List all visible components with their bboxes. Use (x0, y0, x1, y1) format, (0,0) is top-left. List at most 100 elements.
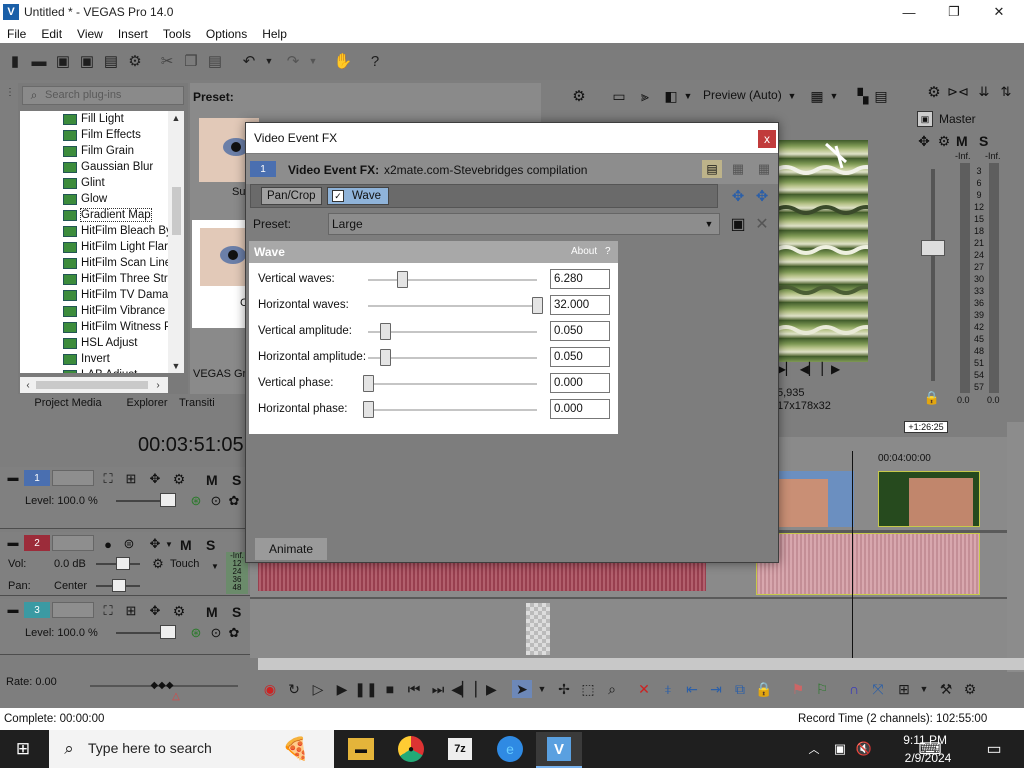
trim-end-icon[interactable]: ⇥ (706, 680, 726, 698)
master-mute-button[interactable]: M (956, 133, 968, 149)
track-compositing-icon[interactable]: ⊞ (122, 470, 140, 488)
envelope-tool-icon[interactable]: ✢ (554, 680, 574, 698)
track-1-level-slider-thumb[interactable] (160, 493, 176, 507)
event-pan-crop-icon[interactable]: ⚒ (936, 680, 956, 698)
audio-clip-2-waveform[interactable] (756, 533, 980, 595)
about-link[interactable]: About (571, 246, 597, 257)
track-2-pan-slider-thumb[interactable] (112, 579, 126, 592)
wave-chip[interactable]: ✓ Wave (327, 187, 389, 205)
preview-prev-icon[interactable]: ◀▏ (800, 360, 818, 378)
video-track-1-header[interactable]: ▬ 1 ⛶ ⊞ ✥ ⚙ M S Level: 100.0 % ⊛ ⊙ ✿ (0, 467, 250, 529)
plugin-list-vertical-scrollbar[interactable]: ▲ ▼ (168, 111, 184, 373)
play-icon[interactable]: ▶ (332, 680, 352, 698)
track-1-mute-button[interactable]: M (206, 472, 218, 488)
plugin-list-scroll-thumb[interactable] (172, 187, 181, 235)
chrome-icon[interactable]: ● (398, 736, 424, 762)
track-3-fx-icon[interactable]: ✥ (146, 602, 164, 620)
volume-muted-icon[interactable]: 🔇 (854, 739, 874, 759)
menu-view[interactable]: View (77, 27, 103, 41)
trim-start-icon[interactable]: ⇤ (682, 680, 702, 698)
event-fx-icon[interactable]: ⚙ (960, 680, 980, 698)
network-icon[interactable]: ▣ (830, 739, 850, 759)
track-3-mute-button[interactable]: M (206, 604, 218, 620)
track-3-fx-gear-icon[interactable]: ⚙ (170, 602, 188, 620)
pause-icon[interactable]: ❚❚ (354, 680, 377, 698)
track-3-composite-mode-icon[interactable]: ⊛ (188, 625, 204, 641)
tab-transitions[interactable]: Transiti (176, 397, 236, 409)
split-icon[interactable]: ⧉ (730, 680, 750, 698)
windows-start-icon[interactable]: ⊞ (14, 739, 32, 758)
preset-thumbnail-2-frame[interactable]: C (192, 220, 252, 328)
master-fx-icon[interactable]: ⊳⊲ (947, 83, 969, 101)
param-slider-track[interactable] (368, 409, 537, 411)
timeline-vertical-scroll[interactable] (1007, 422, 1024, 672)
plugin-item[interactable]: HitFilm TV Damage (20, 287, 168, 303)
dialog-title-bar[interactable]: Video Event FX (246, 123, 778, 153)
preview-next-icon[interactable]: ▏▶ (822, 360, 840, 378)
close-button[interactable]: ✕ (976, 0, 1022, 24)
snapping-magnet-icon[interactable]: ∩ (844, 680, 864, 698)
trim-icon[interactable]: ⧧ (658, 680, 678, 698)
track-motion-icon[interactable]: ⛶ (99, 470, 117, 488)
track-1-composite-mode-icon[interactable]: ⊛ (188, 493, 204, 509)
lock-envelopes-icon[interactable]: 🔒 (754, 680, 774, 698)
track-fx-icon[interactable]: ✥ (146, 470, 164, 488)
zoom-tool-icon[interactable]: ⌕ (602, 680, 622, 698)
menu-tools[interactable]: Tools (163, 27, 191, 41)
selection-tool-icon[interactable]: ⬚ (578, 680, 598, 698)
plugin-item[interactable]: Gaussian Blur (20, 159, 168, 175)
preview-quality-select[interactable]: Preview (Auto) (703, 88, 782, 102)
param-slider-thumb[interactable] (532, 297, 543, 314)
previous-frame-icon[interactable]: ▶▏ (777, 360, 795, 378)
scroll-down-icon[interactable]: ▼ (170, 359, 182, 373)
save-as-icon[interactable]: ▣ (78, 52, 96, 70)
track-collapse-icon[interactable]: ▬ (6, 471, 20, 485)
param-slider-thumb[interactable] (396, 271, 408, 288)
menu-insert[interactable]: Insert (118, 27, 148, 41)
wave-enabled-checkbox[interactable]: ✓ (332, 190, 344, 202)
maximize-button[interactable]: ❐ (931, 0, 977, 24)
plugin-item[interactable]: Glow (20, 191, 168, 207)
track-3-mask-icon[interactable]: ✿ (226, 625, 242, 641)
video-track-3-header[interactable]: ▬ 3 ⛶ ⊞ ✥ ⚙ M S Level: 100.0 % ⊛ ⊙ ✿ (0, 599, 250, 655)
transparent-clip[interactable] (526, 603, 550, 655)
track-1-parent-icon[interactable]: ⊙ (208, 493, 224, 509)
taskbar-search-box[interactable]: ⌕ Type here to search 🍕 (49, 730, 334, 768)
go-to-end-icon[interactable]: ⏭ (428, 680, 448, 698)
plugin-list-horizontal-scrollbar[interactable]: ‹ › (20, 377, 168, 393)
param-value-input[interactable]: 0.000 (550, 373, 610, 393)
properties-gear-icon[interactable]: ⚙ (126, 52, 144, 70)
undo-icon[interactable]: ↶ (240, 52, 258, 70)
track-2-solo-button[interactable]: S (206, 537, 215, 553)
param-slider-track[interactable] (368, 279, 537, 281)
delete-icon[interactable]: ✕ (634, 680, 654, 698)
ripple-edit-icon[interactable]: ⊞ (894, 680, 914, 698)
animate-button[interactable]: Animate (255, 538, 327, 560)
preset-select[interactable]: Large ▼ (328, 213, 720, 235)
notifications-icon[interactable]: ▭ (984, 739, 1004, 759)
param-value-input[interactable]: 0.050 (550, 321, 610, 341)
external-monitor-icon[interactable]: ▭ (610, 87, 628, 105)
plugin-item[interactable]: Glint (20, 175, 168, 191)
vegas-taskbar-button[interactable]: V (536, 732, 582, 768)
param-slider-track[interactable] (368, 305, 537, 307)
pan-crop-chip[interactable]: Pan/Crop (261, 187, 322, 205)
param-slider-thumb[interactable] (379, 349, 391, 366)
param-slider-track[interactable] (368, 383, 537, 385)
tab-explorer[interactable]: Explorer (118, 397, 176, 409)
plugin-item[interactable]: LAB Adjust (20, 367, 168, 373)
save-snapshot-icon[interactable]: ▤ (872, 87, 890, 105)
track-3-collapse-icon[interactable]: ▬ (6, 603, 20, 617)
cut-icon[interactable]: ✂ (158, 52, 176, 70)
next-frame-transport-icon[interactable]: ▏▶ (475, 680, 497, 698)
7zip-icon[interactable]: 7z (448, 738, 472, 760)
plugin-item[interactable]: HitFilm Scan Lines (20, 255, 168, 271)
menu-help[interactable]: Help (262, 27, 287, 41)
menu-options[interactable]: Options (206, 27, 247, 41)
scroll-right-icon[interactable]: › (152, 378, 164, 392)
paste-icon[interactable]: ▤ (206, 52, 224, 70)
plugin-item[interactable]: Fill Light (20, 111, 168, 127)
master-lock-icon[interactable]: 🔒 (923, 389, 941, 407)
plugin-item[interactable]: Film Effects (20, 127, 168, 143)
file-explorer-icon[interactable]: ▬ (348, 738, 374, 760)
